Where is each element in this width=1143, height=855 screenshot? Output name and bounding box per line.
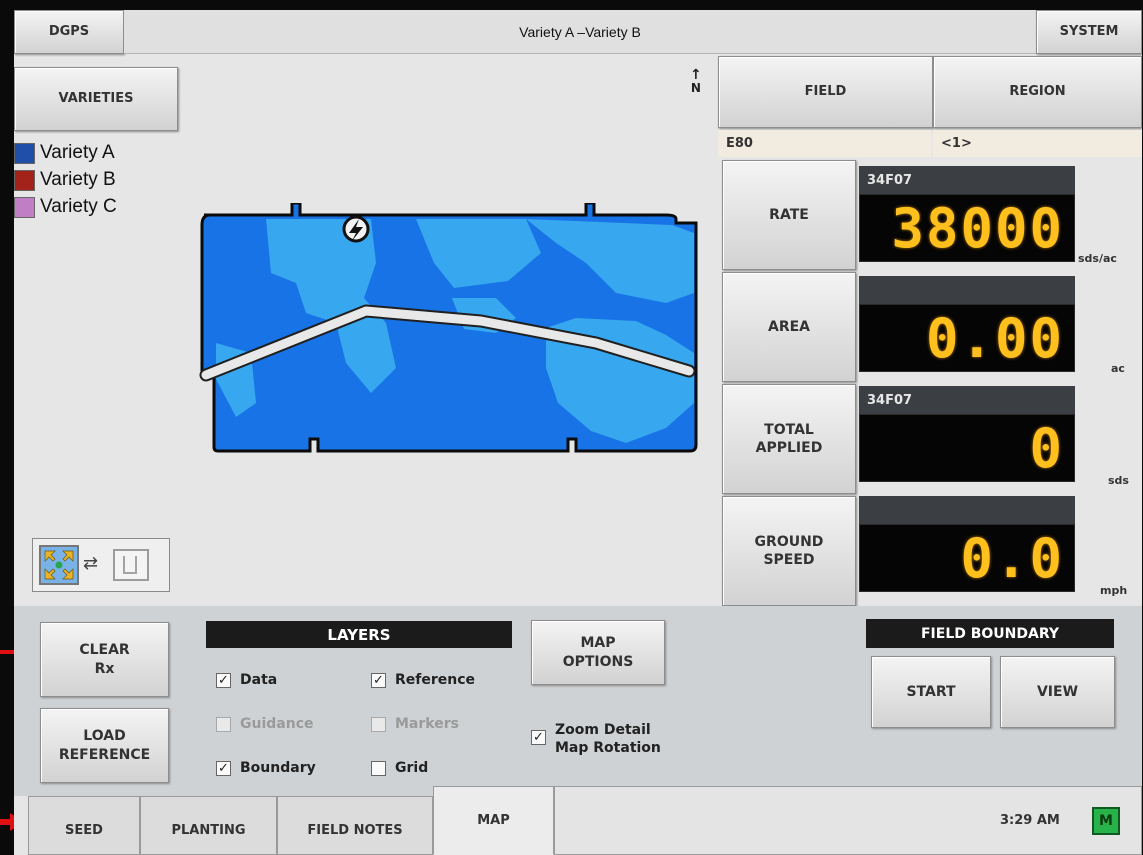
checkbox-box bbox=[371, 716, 386, 732]
checkbox-box[interactable]: ✓ bbox=[531, 730, 546, 745]
field-value: E80 bbox=[718, 130, 931, 157]
north-indicator: ↑ N bbox=[690, 68, 702, 94]
tab-planting[interactable]: PLANTING bbox=[140, 796, 277, 855]
checkbox-label: Reference bbox=[395, 672, 476, 688]
tab-map[interactable]: MAP bbox=[433, 786, 554, 855]
load-reference-button[interactable]: LOAD REFERENCE bbox=[40, 708, 169, 783]
checkbox-label: Grid bbox=[395, 760, 429, 776]
legend-label: Variety B bbox=[40, 169, 116, 190]
varieties-button[interactable]: VARIETIES bbox=[14, 67, 178, 131]
legend-swatch bbox=[14, 143, 35, 164]
ground-speed-button[interactable]: GROUND SPEED bbox=[722, 496, 856, 606]
legend-swatch bbox=[14, 197, 35, 218]
view-boundary-button[interactable]: VIEW bbox=[1000, 656, 1115, 728]
region-button[interactable]: REGION bbox=[933, 56, 1142, 128]
checkbox-box[interactable] bbox=[371, 760, 386, 776]
map-options-button[interactable]: MAP OPTIONS bbox=[531, 620, 665, 685]
checkbox-label: Data bbox=[240, 672, 278, 688]
layer-boundary-checkbox[interactable]: ✓ Boundary bbox=[216, 760, 316, 776]
ground-speed-header bbox=[859, 496, 1075, 524]
system-button[interactable]: SYSTEM bbox=[1036, 10, 1142, 54]
total-applied-product-header: 34F07 bbox=[859, 386, 1075, 414]
checkbox-box[interactable]: ✓ bbox=[216, 760, 231, 776]
checkbox-box bbox=[216, 716, 231, 732]
field-button[interactable]: FIELD bbox=[718, 56, 933, 128]
checkbox-label: Zoom Detail Map Rotation bbox=[555, 722, 661, 756]
checkbox-box[interactable]: ✓ bbox=[371, 672, 386, 688]
zoom-detail-checkbox[interactable]: ✓ Zoom Detail Map Rotation bbox=[531, 722, 661, 757]
start-boundary-button[interactable]: START bbox=[871, 656, 991, 728]
ground-speed-unit: mph bbox=[1100, 584, 1128, 597]
clear-rx-button[interactable]: CLEAR Rx bbox=[40, 622, 169, 697]
planter-display-screen: DGPS Variety A –Variety B SYSTEM VARIETI… bbox=[14, 10, 1142, 855]
field-boundary-header: FIELD BOUNDARY bbox=[866, 619, 1114, 648]
layer-grid-checkbox[interactable]: Grid bbox=[371, 760, 428, 776]
tab-field-notes[interactable]: FIELD NOTES bbox=[277, 796, 433, 855]
tractor-position-icon bbox=[342, 215, 370, 243]
rate-product-header: 34F07 bbox=[859, 166, 1075, 194]
clock: 3:29 AM bbox=[1000, 813, 1060, 828]
rate-button[interactable]: RATE bbox=[722, 160, 856, 270]
rate-readout: 38000 bbox=[859, 194, 1075, 262]
area-product-header bbox=[859, 276, 1075, 304]
layer-data-checkbox[interactable]: ✓ Data bbox=[216, 672, 277, 688]
area-readout: 0.00 bbox=[859, 304, 1075, 372]
rate-unit: sds/ac bbox=[1078, 252, 1117, 265]
checkbox-label: Guidance bbox=[240, 716, 314, 732]
zoom-extents-icon[interactable] bbox=[39, 545, 79, 585]
layer-reference-checkbox[interactable]: ✓ Reference bbox=[371, 672, 475, 688]
layer-markers-checkbox: Markers bbox=[371, 716, 459, 732]
legend-swatch bbox=[14, 170, 35, 191]
area-button[interactable]: AREA bbox=[722, 272, 856, 382]
ground-speed-readout: 0.0 bbox=[859, 524, 1075, 592]
area-unit: ac bbox=[1111, 362, 1125, 375]
checkbox-box[interactable]: ✓ bbox=[216, 672, 231, 688]
legend-item-variety-a: Variety A bbox=[14, 141, 184, 168]
total-applied-button[interactable]: TOTAL APPLIED bbox=[722, 384, 856, 494]
region-value: <1> bbox=[933, 130, 1142, 157]
swap-arrows-icon: ⇄ bbox=[83, 553, 99, 574]
checkbox-label: Boundary bbox=[240, 760, 316, 776]
legend-label: Variety C bbox=[40, 196, 117, 217]
map-view-toggle[interactable]: ⇄ bbox=[32, 538, 170, 592]
dgps-button[interactable]: DGPS bbox=[14, 10, 124, 54]
legend-item-variety-b: Variety B bbox=[14, 168, 184, 195]
annotation-arrow-top bbox=[0, 650, 14, 654]
north-label: N bbox=[690, 81, 701, 95]
tab-seed[interactable]: SEED bbox=[28, 796, 140, 855]
page-title: Variety A –Variety B bbox=[124, 10, 1036, 54]
legend-item-variety-c: Variety C bbox=[14, 195, 184, 222]
variety-legend: Variety A Variety B Variety C bbox=[14, 141, 184, 222]
field-map[interactable] bbox=[196, 201, 698, 455]
total-applied-unit: sds bbox=[1108, 474, 1129, 487]
legend-label: Variety A bbox=[40, 142, 115, 163]
north-arrow-icon: ↑ bbox=[690, 67, 702, 83]
layers-header: LAYERS bbox=[206, 621, 512, 648]
mode-badge[interactable]: M bbox=[1092, 807, 1120, 835]
page-view-icon[interactable] bbox=[113, 549, 149, 581]
checkbox-label: Markers bbox=[395, 716, 459, 732]
total-applied-readout: 0 bbox=[859, 414, 1075, 482]
layer-guidance-checkbox: Guidance bbox=[216, 716, 314, 732]
